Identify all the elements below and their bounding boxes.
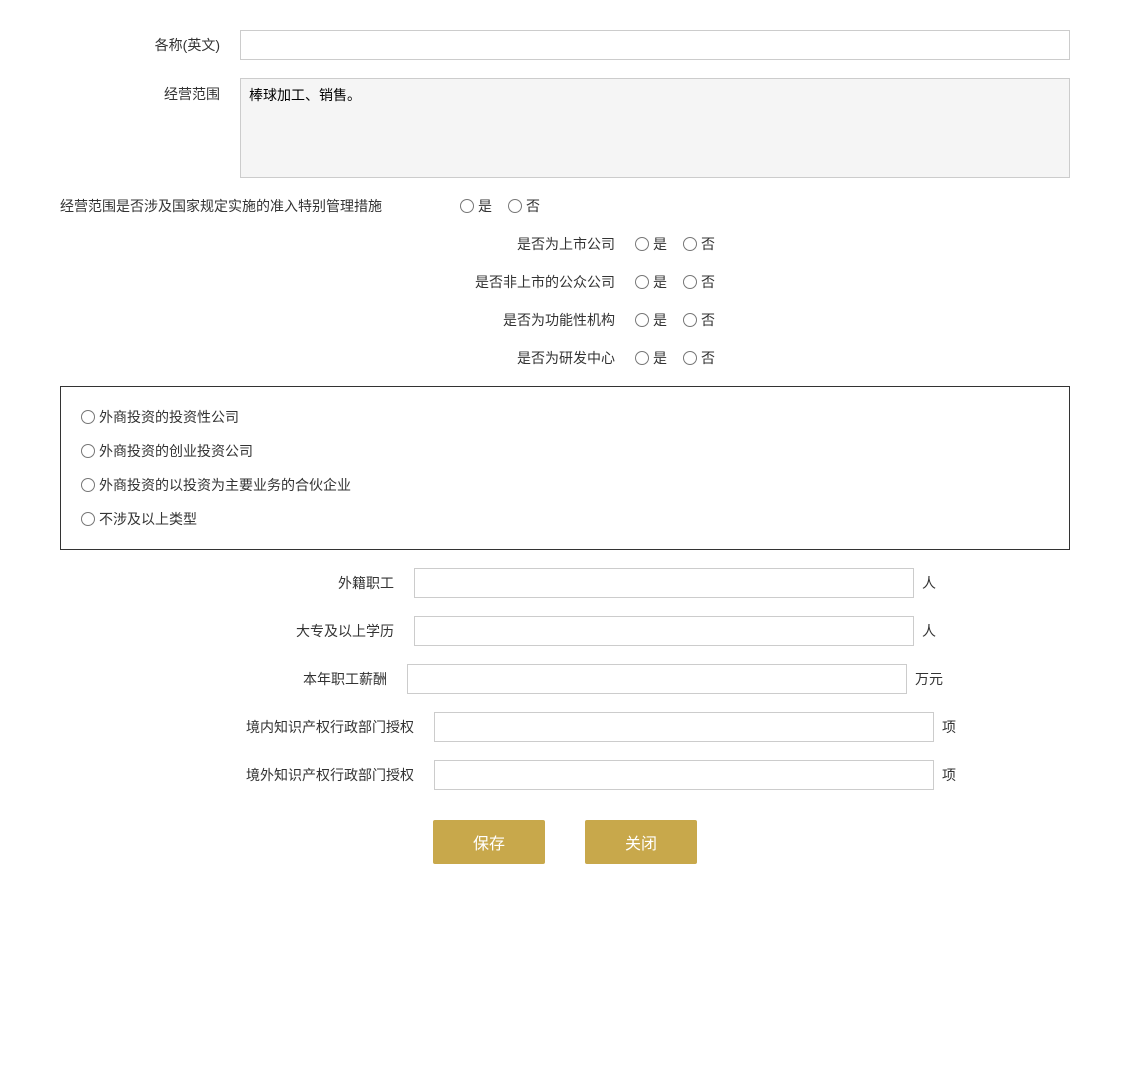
not-applicable-option[interactable]: 不涉及以上类型 xyxy=(81,509,197,529)
save-button[interactable]: 保存 xyxy=(433,820,545,864)
non-listed-public-label: 是否非上市的公众公司 xyxy=(415,272,635,292)
functional-yes[interactable]: 是 xyxy=(635,310,667,330)
foreign-workers-row: 外籍职工 人 xyxy=(60,568,1070,598)
annual-salary-unit: 万元 xyxy=(915,669,943,689)
listed-company-radio-group: 是 否 xyxy=(635,234,715,254)
form-section: 各称(英文) 经营范围 棒球加工、销售。 经营范围是否涉及国家规定实施的准入特别… xyxy=(60,30,1070,864)
college-degree-input[interactable] xyxy=(414,616,914,646)
partnership-row: 外商投资的以投资为主要业务的合伙企业 xyxy=(81,475,1049,495)
foreign-workers-input[interactable] xyxy=(414,568,914,598)
name-en-label: 各称(英文) xyxy=(60,35,240,55)
rd-center-radio-group: 是 否 xyxy=(635,348,715,368)
college-degree-label: 大专及以上学历 xyxy=(194,621,414,641)
functional-institution-label: 是否为功能性机构 xyxy=(415,310,635,330)
investment-type-box: 外商投资的投资性公司 外商投资的创业投资公司 外商投资的以投资为主要业务的合伙企… xyxy=(60,386,1070,550)
foreign-workers-label: 外籍职工 xyxy=(194,573,414,593)
button-row: 保存 关闭 xyxy=(60,820,1070,864)
functional-institution-row: 是否为功能性机构 是 否 xyxy=(60,310,1070,330)
listed-yes[interactable]: 是 xyxy=(635,234,667,254)
business-scope-row: 经营范围 棒球加工、销售。 xyxy=(60,78,1070,178)
investment-company-row: 外商投资的投资性公司 xyxy=(81,407,1049,427)
venture-capital-option[interactable]: 外商投资的创业投资公司 xyxy=(81,441,253,461)
foreign-ip-input[interactable] xyxy=(434,760,934,790)
name-en-input[interactable] xyxy=(240,30,1070,60)
annual-salary-input[interactable] xyxy=(407,664,907,694)
special-management-label: 经营范围是否涉及国家规定实施的准入特别管理措施 xyxy=(60,196,460,216)
not-applicable-row: 不涉及以上类型 xyxy=(81,509,1049,529)
college-degree-unit: 人 xyxy=(922,621,936,641)
non-listed-public-radio-group: 是 否 xyxy=(635,272,715,292)
close-button[interactable]: 关闭 xyxy=(585,820,697,864)
domestic-ip-label: 境内知识产权行政部门授权 xyxy=(174,717,434,737)
foreign-ip-label: 境外知识产权行政部门授权 xyxy=(174,765,434,785)
business-scope-textarea[interactable]: 棒球加工、销售。 xyxy=(240,78,1070,178)
non-listed-yes[interactable]: 是 xyxy=(635,272,667,292)
functional-no[interactable]: 否 xyxy=(683,310,715,330)
rd-center-row: 是否为研发中心 是 否 xyxy=(60,348,1070,368)
partnership-option[interactable]: 外商投资的以投资为主要业务的合伙企业 xyxy=(81,475,351,495)
foreign-ip-row: 境外知识产权行政部门授权 项 xyxy=(60,760,1070,790)
special-management-no[interactable]: 否 xyxy=(508,196,540,216)
listed-company-row: 是否为上市公司 是 否 xyxy=(60,234,1070,254)
rd-no[interactable]: 否 xyxy=(683,348,715,368)
special-management-row: 经营范围是否涉及国家规定实施的准入特别管理措施 是 否 xyxy=(60,196,1070,216)
listed-no[interactable]: 否 xyxy=(683,234,715,254)
non-listed-public-row: 是否非上市的公众公司 是 否 xyxy=(60,272,1070,292)
functional-institution-radio-group: 是 否 xyxy=(635,310,715,330)
name-en-row: 各称(英文) xyxy=(60,30,1070,60)
rd-center-label: 是否为研发中心 xyxy=(415,348,635,368)
annual-salary-label: 本年职工薪酬 xyxy=(187,669,407,689)
college-degree-row: 大专及以上学历 人 xyxy=(60,616,1070,646)
annual-salary-row: 本年职工薪酬 万元 xyxy=(60,664,1070,694)
special-management-yes[interactable]: 是 xyxy=(460,196,492,216)
special-management-radio-group: 是 否 xyxy=(460,196,540,216)
business-scope-label: 经营范围 xyxy=(60,78,240,104)
non-listed-no[interactable]: 否 xyxy=(683,272,715,292)
venture-capital-row: 外商投资的创业投资公司 xyxy=(81,441,1049,461)
domestic-ip-input[interactable] xyxy=(434,712,934,742)
listed-company-label: 是否为上市公司 xyxy=(415,234,635,254)
investment-company-option[interactable]: 外商投资的投资性公司 xyxy=(81,407,239,427)
domestic-ip-row: 境内知识产权行政部门授权 项 xyxy=(60,712,1070,742)
rd-yes[interactable]: 是 xyxy=(635,348,667,368)
domestic-ip-unit: 项 xyxy=(942,717,956,737)
foreign-workers-unit: 人 xyxy=(922,573,936,593)
foreign-ip-unit: 项 xyxy=(942,765,956,785)
